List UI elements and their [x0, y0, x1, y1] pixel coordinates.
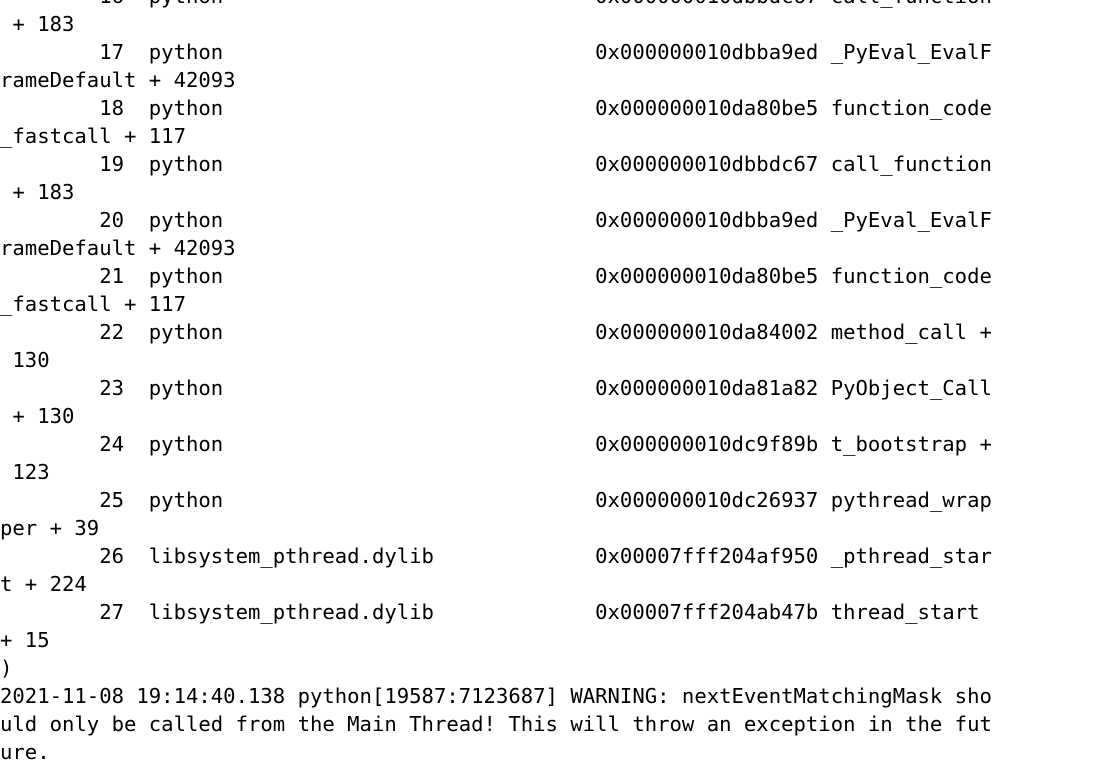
warning-line: uld only be called from the Main Thread!…: [0, 712, 992, 736]
terminal-line: 17 python 0x000000010dbba9ed _PyEval_Eva…: [0, 40, 992, 64]
terminal-line: 24 python 0x000000010dc9f89b t_bootstrap…: [0, 432, 992, 456]
terminal-line: _fastcall + 117: [0, 124, 186, 148]
terminal-line: 25 python 0x000000010dc26937 pythread_wr…: [0, 488, 992, 512]
terminal-line: 27 libsystem_pthread.dylib 0x00007fff204…: [0, 600, 992, 624]
terminal-line: 123: [0, 460, 50, 484]
terminal-line: rameDefault + 42093: [0, 68, 236, 92]
warning-line: ure.: [0, 740, 50, 764]
terminal-line: ): [0, 656, 13, 680]
terminal-lines: 16 python 0x000000010dbbdc67 call_functi…: [0, 0, 992, 764]
terminal-output[interactable]: 16 python 0x000000010dbbdc67 call_functi…: [0, 0, 1120, 764]
terminal-line: 130: [0, 348, 50, 372]
terminal-line: 21 python 0x000000010da80be5 function_co…: [0, 264, 992, 288]
terminal-line: 23 python 0x000000010da81a82 PyObject_Ca…: [0, 376, 992, 400]
terminal-line: 19 python 0x000000010dbbdc67 call_functi…: [0, 152, 992, 176]
terminal-line: 22 python 0x000000010da84002 method_call…: [0, 320, 992, 344]
terminal-line: 20 python 0x000000010dbba9ed _PyEval_Eva…: [0, 208, 992, 232]
warning-line: 2021-11-08 19:14:40.138 python[19587:712…: [0, 684, 992, 708]
terminal-line: + 183: [0, 180, 75, 204]
terminal-line: t + 224: [0, 572, 87, 596]
terminal-line: 18 python 0x000000010da80be5 function_co…: [0, 96, 992, 120]
terminal-line: _fastcall + 117: [0, 292, 186, 316]
terminal-line: 26 libsystem_pthread.dylib 0x00007fff204…: [0, 544, 992, 568]
terminal-line: + 15: [0, 628, 50, 652]
terminal-line: 16 python 0x000000010dbbdc67 call_functi…: [0, 0, 992, 10]
terminal-line: + 130: [0, 404, 75, 428]
terminal-line: per + 39: [0, 516, 100, 540]
terminal-line: rameDefault + 42093: [0, 236, 236, 260]
terminal-line: + 183: [0, 12, 75, 36]
